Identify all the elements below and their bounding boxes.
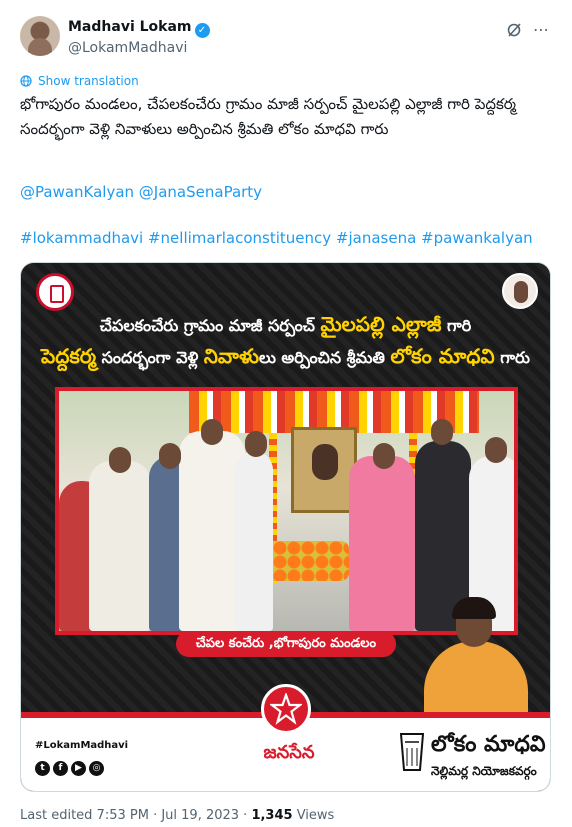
facebook-icon: f — [53, 761, 68, 776]
poster-line2-mid2: లు అర్పించిన శ్రీమతి — [258, 348, 391, 367]
poster-line1-pre: చేపలకంచేరు గ్రామం మాజీ సర్పంచ్ — [99, 316, 321, 335]
edited-timestamp[interactable]: Last edited 7:53 PM · Jul 19, 2023 · — [20, 808, 251, 823]
poster-line2-highlight2: నివాళు — [203, 344, 259, 368]
poster-heading-line1: చేపలకంచేరు గ్రామం మాజీ సర్పంచ్ మైలపల్లి … — [21, 312, 550, 341]
poster-line1-highlight: మైలపల్లి ఎల్లాజీ — [320, 312, 442, 336]
star-icon — [270, 693, 302, 725]
author-name-text[interactable]: Madhavi Lokam — [68, 19, 192, 35]
person-head — [201, 419, 223, 445]
person-head — [109, 447, 131, 473]
poster-line1-post: గారి — [441, 316, 472, 335]
post-hashtags[interactable]: #lokammadhavi #nellimarlaconstituency #j… — [20, 229, 533, 247]
poster-line2-highlight1: పెద్దకర్మ — [41, 344, 97, 368]
glass-tumbler-icon — [399, 733, 425, 771]
location-banner: చేపల కంచేరు ,భోగాపురం మండలం — [176, 631, 396, 657]
author-name[interactable]: Madhavi Lokam ✓ — [68, 19, 210, 38]
candidate-saree — [424, 641, 528, 718]
leader-portrait-icon — [502, 273, 538, 309]
views-count: 1,345 — [251, 808, 293, 823]
views-label: Views — [292, 808, 335, 823]
poster-heading-line2: పెద్దకర్మ సందర్భంగా వెళ్లి నివాళులు అర్ప… — [21, 344, 550, 373]
post-text: భోగాపురం మండలం, చేపలకంచేరు గ్రామం మాజీ స… — [20, 95, 517, 138]
person-head — [373, 443, 395, 469]
janasena-star-icon — [261, 684, 311, 734]
framed-portrait — [291, 427, 357, 513]
post-header: Madhavi Lokam ✓ @LokamMadhavi ⋯ — [20, 16, 552, 60]
youtube-icon: ▶ — [71, 761, 86, 776]
author-handle[interactable]: @LokamMadhavi — [68, 40, 187, 56]
poster-social-handle: #LokamMadhavi — [35, 740, 129, 751]
candidate-portrait — [416, 597, 531, 718]
poster-line2-mid1: సందర్భంగా వెళ్లి — [96, 348, 204, 367]
social-icons: t f ▶ ◎ — [35, 755, 107, 776]
poster-top: చేపలకంచేరు గ్రామం మాజీ సర్పంచ్ మైలపల్లి … — [21, 263, 550, 718]
verified-badge-icon: ✓ — [194, 23, 210, 38]
party-name: జనసేన — [263, 742, 315, 763]
show-translation-label[interactable]: Show translation — [38, 74, 139, 88]
poster-footer: #LokamMadhavi t f ▶ ◎ జనసేన లోకం మాధవి నెల్… — [21, 684, 550, 791]
post-mentions[interactable]: @PawanKalyan @JanaSenaParty — [20, 183, 262, 201]
globe-icon — [20, 75, 32, 87]
post-metadata: Last edited 7:53 PM · Jul 19, 2023 · 1,3… — [20, 808, 334, 823]
person-head — [431, 419, 453, 445]
grok-icon[interactable] — [506, 22, 522, 38]
candidate-hair — [452, 597, 496, 619]
person-head — [159, 443, 181, 469]
person-figure — [235, 451, 273, 631]
person-figure — [349, 456, 415, 631]
instagram-icon: ◎ — [89, 761, 104, 776]
glass-logo-icon — [36, 273, 74, 311]
more-options-icon[interactable]: ⋯ — [533, 20, 550, 39]
person-head — [245, 431, 267, 457]
poster-line2-post: గారు — [494, 348, 530, 367]
post-image[interactable]: చేపలకంచేరు గ్రామం మాజీ సర్పంచ్ మైలపల్లి … — [20, 262, 551, 792]
show-translation-link[interactable]: Show translation — [20, 74, 139, 88]
person-head — [485, 437, 507, 463]
candidate-name: లోకం మాధవి — [431, 732, 546, 757]
constituency-name: నెల్లిమర్ల నియోజకవర్గం — [431, 764, 537, 778]
avatar[interactable] — [20, 16, 60, 56]
person-figure — [89, 461, 151, 631]
twitter-icon: t — [35, 761, 50, 776]
poster-line2-highlight3: లోకం మాధవి — [390, 344, 495, 368]
